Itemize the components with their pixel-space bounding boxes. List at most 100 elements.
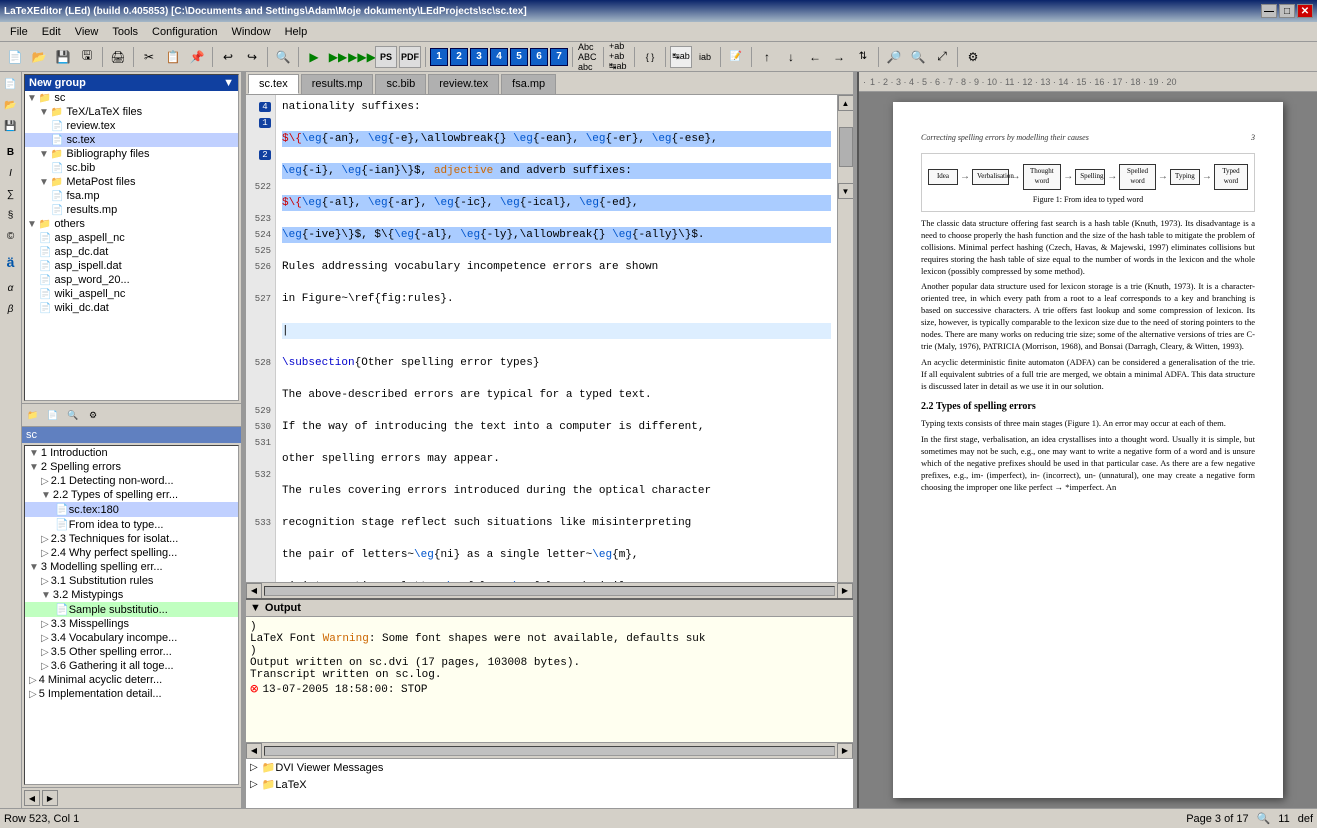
outline-item-24[interactable]: ▷2.4 Why perfect spelling...	[25, 546, 238, 560]
outline-item-3[interactable]: ▼3 Modelling spelling err...	[25, 560, 238, 574]
tree-item-asp4[interactable]: 📄asp_word_20...	[25, 273, 238, 287]
tree-item-tex-folder[interactable]: ▼📁TeX/LaTeX files	[25, 105, 238, 119]
tree-item-fsa-mp[interactable]: 📄fsa.mp	[25, 189, 238, 203]
lt-italic-icon[interactable]: I	[1, 163, 21, 183]
editor-hscroll-right[interactable]: ▶	[837, 583, 853, 599]
menu-view[interactable]: View	[69, 24, 105, 40]
outline-item-21[interactable]: ▷2.1 Detecting non-word...	[25, 474, 238, 488]
save-icon[interactable]: 💾	[52, 46, 74, 68]
tree-item-sc-bib[interactable]: 📄sc.bib	[25, 161, 238, 175]
iab-icon[interactable]: ↹ab	[670, 46, 692, 68]
tree-item-others[interactable]: ▼📁others	[25, 217, 238, 231]
outline-item-fromidea[interactable]: 📄From idea to type...	[25, 517, 238, 532]
arrow-right-icon[interactable]: →	[828, 46, 850, 68]
tree-item-sc[interactable]: ▼📁sc	[25, 91, 238, 105]
maximize-button[interactable]: □	[1279, 4, 1295, 18]
lt-bold-icon[interactable]: B	[1, 142, 21, 162]
outline-item-intro[interactable]: ▼1 Introduction	[25, 446, 238, 460]
num-btn-1[interactable]: 1	[430, 48, 448, 66]
menu-edit[interactable]: Edit	[36, 24, 67, 40]
tree-item-sc-tex[interactable]: 📄sc.tex	[25, 133, 238, 147]
sidebar-btn-2[interactable]: 📄	[44, 406, 62, 424]
outline-item-sample[interactable]: 📄Sample substitutio...	[25, 602, 238, 617]
lt-math-icon[interactable]: ∑	[1, 184, 21, 204]
outline-item-spelling[interactable]: ▼2 Spelling errors	[25, 460, 238, 474]
lt-new-icon[interactable]: 📄	[1, 74, 21, 94]
compile3-icon[interactable]: ▶▶▶	[351, 46, 373, 68]
num-btn-4[interactable]: 4	[490, 48, 508, 66]
menu-window[interactable]: Window	[225, 24, 276, 40]
lt-open-icon[interactable]: 📂	[1, 95, 21, 115]
zoom-in-icon[interactable]: 🔎	[883, 46, 905, 68]
save-all-icon[interactable]: 🖫	[76, 46, 98, 68]
pdf-icon[interactable]: PDF	[399, 46, 421, 68]
menu-configuration[interactable]: Configuration	[146, 24, 223, 40]
num-btn-5[interactable]: 5	[510, 48, 528, 66]
sidebar-btn-4[interactable]: ⚙	[84, 406, 102, 424]
zoom-fit-icon[interactable]: ⤢	[931, 46, 953, 68]
abc-icon[interactable]: Abc ABC abc	[577, 46, 599, 68]
undo-icon[interactable]: ↩	[217, 46, 239, 68]
sidebar-scroll-right[interactable]: ▶	[42, 790, 58, 806]
outline-item-22[interactable]: ▼2.2 Types of spelling err...	[25, 488, 238, 502]
log-hscroll-right[interactable]: ▶	[837, 743, 853, 759]
copy-icon[interactable]: 📋	[162, 46, 184, 68]
brace-icon[interactable]: { }	[639, 46, 661, 68]
search-icon[interactable]: 🔍	[272, 46, 294, 68]
filetree-collapse-icon[interactable]: ▼	[223, 77, 234, 89]
tree-item-asp3[interactable]: 📄asp_ispell.dat	[25, 259, 238, 273]
outline-item-35[interactable]: ▷3.5 Other spelling error...	[25, 645, 238, 659]
menu-help[interactable]: Help	[279, 24, 314, 40]
lt-a-icon[interactable]: ä	[1, 252, 21, 272]
num-btn-6[interactable]: 6	[530, 48, 548, 66]
arrow-left-icon[interactable]: ←	[804, 46, 826, 68]
tab-results-mp[interactable]: results.mp	[301, 74, 374, 94]
lt-beta-icon[interactable]: β	[1, 299, 21, 319]
num-btn-3[interactable]: 3	[470, 48, 488, 66]
log-expand-icon[interactable]: ▼	[250, 602, 261, 614]
menu-tools[interactable]: Tools	[106, 24, 144, 40]
tab-fsa-mp[interactable]: fsa.mp	[501, 74, 556, 94]
editor-scroll-thumb[interactable]	[839, 127, 853, 167]
sidebar-btn-1[interactable]: 📁	[24, 406, 42, 424]
outline-item-5[interactable]: ▷5 Implementation detail...	[25, 687, 238, 701]
lt-ref-icon[interactable]: §	[1, 205, 21, 225]
outline-item-36[interactable]: ▷3.6 Gathering it all toge...	[25, 659, 238, 673]
outline-item-4[interactable]: ▷4 Minimal acyclic deterr...	[25, 673, 238, 687]
outline-item-23[interactable]: ▷2.3 Techniques for isolat...	[25, 532, 238, 546]
tree-item-review-tex[interactable]: 📄review.tex	[25, 119, 238, 133]
tree-item-mp-folder[interactable]: ▼📁MetaPost files	[25, 175, 238, 189]
outline-item-33[interactable]: ▷3.3 Misspellings	[25, 617, 238, 631]
minimize-button[interactable]: —	[1261, 4, 1277, 18]
editor-scroll-up[interactable]: ▲	[838, 95, 854, 111]
redo-icon[interactable]: ↪	[241, 46, 263, 68]
zoom-out-icon[interactable]: 🔍	[907, 46, 929, 68]
settings-icon[interactable]: ⚙	[962, 46, 984, 68]
outline-item-34[interactable]: ▷3.4 Vocabulary incompe...	[25, 631, 238, 645]
arrow-up-icon[interactable]: ↑	[756, 46, 778, 68]
tab-icon[interactable]: +ab +ab ↹ab	[608, 46, 630, 68]
ps-icon[interactable]: PS	[375, 46, 397, 68]
lt-save-icon[interactable]: 💾	[1, 116, 21, 136]
msg-latex[interactable]: ▷📁LaTeX	[246, 776, 853, 793]
compile2-icon[interactable]: ▶▶	[327, 46, 349, 68]
log-hscroll[interactable]: ◀ ▶	[246, 742, 853, 758]
editor[interactable]: 4 1 0 2 0 522 0 523 524 525 526 0 527 0 …	[246, 95, 853, 598]
editor-hscroll[interactable]: ◀ ▶	[246, 582, 853, 598]
menu-file[interactable]: File	[4, 24, 34, 40]
tab-sc-tex[interactable]: sc.tex	[248, 74, 299, 94]
arrow-down-icon[interactable]: ↓	[780, 46, 802, 68]
new-file-icon[interactable]: 📄	[4, 46, 26, 68]
preview-content[interactable]: Correcting spelling errors by modelling …	[859, 92, 1317, 808]
outline-item-31[interactable]: ▷3.1 Substitution rules	[25, 574, 238, 588]
tree-item-bib-folder[interactable]: ▼📁Bibliography files	[25, 147, 238, 161]
tab-sc-bib[interactable]: sc.bib	[375, 74, 426, 94]
log-hscroll-left[interactable]: ◀	[246, 743, 262, 759]
tree-item-asp1[interactable]: 📄asp_aspell_nc	[25, 231, 238, 245]
editor-scroll-down[interactable]: ▼	[838, 183, 854, 199]
num-btn-7[interactable]: 7	[550, 48, 568, 66]
num-btn-2[interactable]: 2	[450, 48, 468, 66]
lt-cite-icon[interactable]: ©	[1, 226, 21, 246]
editor-hscroll-left[interactable]: ◀	[246, 583, 262, 599]
sidebar-scroll-left[interactable]: ◀	[24, 790, 40, 806]
